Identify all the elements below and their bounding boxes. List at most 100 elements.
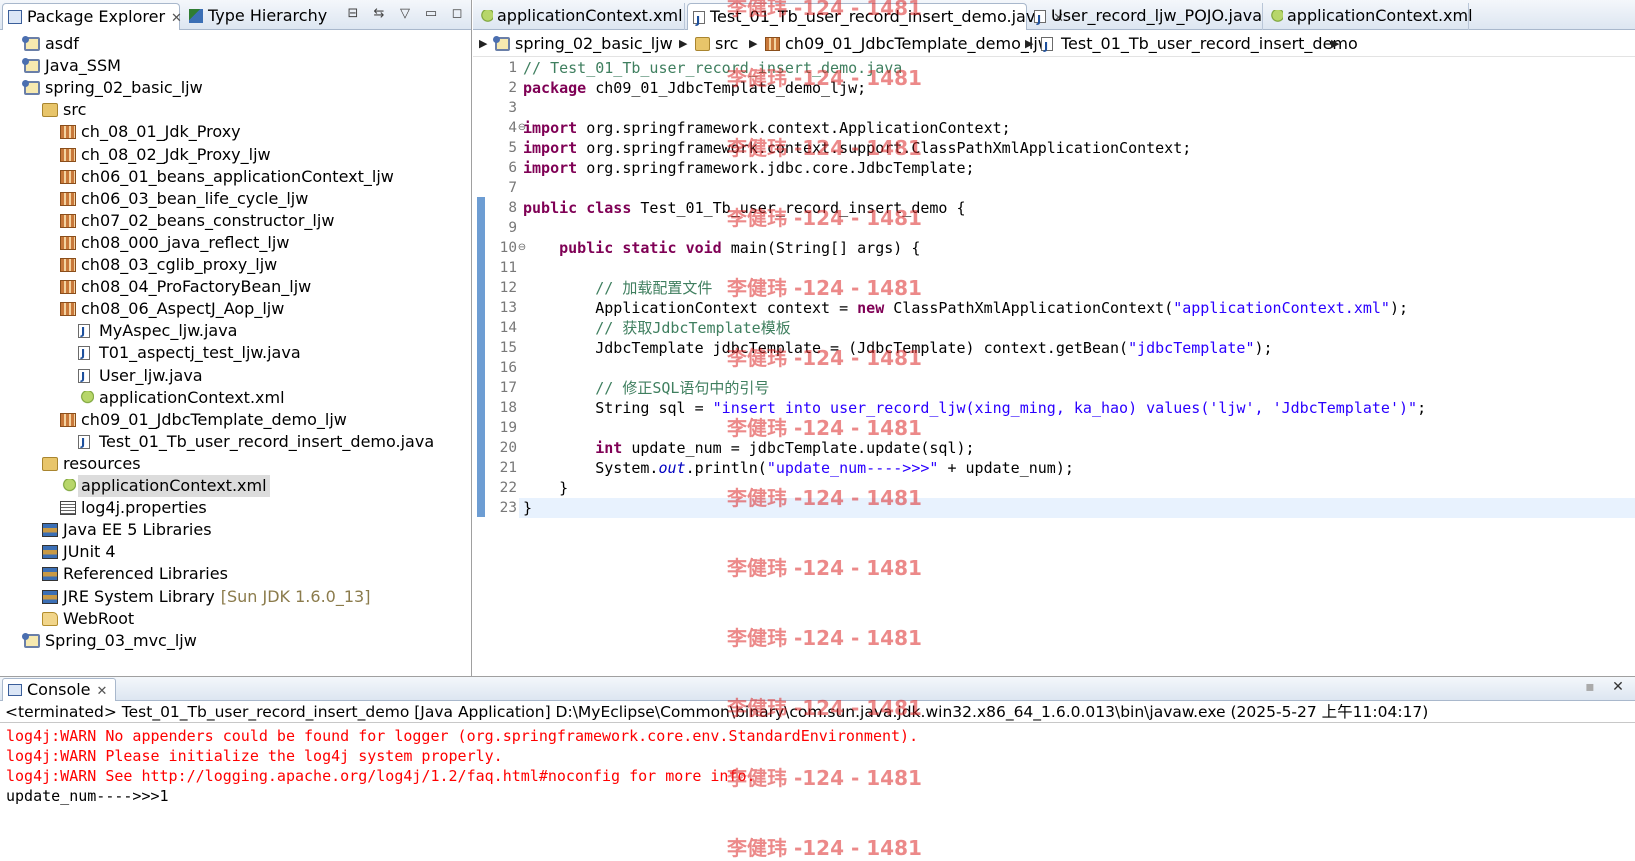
code-token: ); bbox=[1389, 299, 1409, 317]
code-line[interactable]: int update_num = jdbcTemplate.update(sql… bbox=[519, 438, 1635, 458]
code-line[interactable]: import org.springframework.context.Appli… bbox=[519, 118, 1635, 138]
tab-console[interactable]: Console ✕ bbox=[2, 678, 117, 701]
collapse-all-icon[interactable]: ⊟ bbox=[345, 6, 361, 22]
code-editor[interactable]: 1 2 3 4 5 6 7 8 9 10 11 12 13 14 15 16 17 18 19 20 21 22 23 ⊖ ⊖… bbox=[473, 58, 1635, 676]
code-token: JdbcTemplate jdbcTemplate = (JdbcTemplat… bbox=[523, 339, 1129, 357]
tree-item-label: asdf bbox=[45, 34, 79, 53]
line-number: 15 bbox=[499, 340, 517, 356]
tree-item-label: ch_08_01_Jdk_Proxy bbox=[81, 122, 241, 142]
change-ruler-bar bbox=[477, 197, 485, 517]
java-file-icon bbox=[1034, 7, 1046, 33]
line-number: 1 bbox=[508, 60, 517, 76]
tree-item-label: MyAspec_ljw.java bbox=[99, 321, 238, 341]
package-explorer-view: Package Explorer ✕ Type Hierarchy ⊟ ⇆ ▽ ▭… bbox=[0, 0, 472, 676]
code-line[interactable]: } bbox=[519, 498, 1635, 518]
close-icon[interactable]: ✕ bbox=[171, 11, 182, 26]
keyword-token: import bbox=[523, 159, 578, 177]
code-line[interactable] bbox=[519, 98, 1635, 118]
keyword-token: class bbox=[586, 199, 632, 217]
keyword-token: package bbox=[523, 79, 587, 97]
folder-icon bbox=[42, 611, 58, 626]
close-icon[interactable]: ✕ bbox=[97, 684, 108, 699]
code-line[interactable]: // 获取JdbcTemplate模板 bbox=[519, 318, 1635, 338]
line-number: 22 bbox=[499, 480, 517, 496]
xml-file-icon bbox=[78, 390, 94, 405]
remove-all-terminated-icon[interactable]: ✕ bbox=[1611, 680, 1625, 694]
editor-tab[interactable]: applicationContext.xml bbox=[475, 3, 685, 30]
chevron-right-icon: ▶ bbox=[479, 37, 488, 50]
line-number: 7 bbox=[508, 180, 517, 196]
code-token: main(String[] args) { bbox=[721, 239, 921, 257]
link-with-editor-icon[interactable]: ⇆ bbox=[371, 6, 387, 22]
editor-area: applicationContext.xmlTest_01_Tb_user_re… bbox=[473, 0, 1635, 676]
tree-item-label: resources bbox=[63, 453, 141, 473]
xml-file-icon bbox=[60, 479, 76, 493]
editor-tab-label: applicationContext.xml bbox=[1287, 6, 1473, 25]
maximize-icon[interactable]: ◻ bbox=[449, 6, 465, 22]
breadcrumb-item[interactable]: spring_02_basic_ljw bbox=[493, 31, 673, 57]
console-output[interactable]: log4j:WARN No appenders could be found f… bbox=[0, 723, 1635, 806]
tab-package-explorer[interactable]: Package Explorer ✕ bbox=[2, 3, 182, 30]
field-token: out bbox=[658, 459, 686, 477]
editor-tab-bar: applicationContext.xmlTest_01_Tb_user_re… bbox=[473, 0, 1635, 34]
editor-tab[interactable]: applicationContext.xml bbox=[1265, 3, 1473, 30]
tree-item-label: JRE System Library [Sun JDK 1.6.0_13] bbox=[63, 586, 371, 606]
code-line[interactable]: } bbox=[519, 478, 1635, 498]
console-line: log4j:WARN No appenders could be found f… bbox=[6, 727, 919, 745]
editor-tab-label: User_record_ljw_POJO.java bbox=[1051, 6, 1263, 25]
code-line[interactable]: import org.springframework.context.suppo… bbox=[519, 138, 1635, 158]
code-line[interactable]: // Test_01_Tb_user_record_insert_demo.ja… bbox=[519, 58, 1635, 78]
line-number: 21 bbox=[499, 460, 517, 476]
line-number: 13 bbox=[499, 300, 517, 316]
package-icon bbox=[60, 258, 76, 272]
package-tree: asdf Java_SSM spring_02_basic_ljw src ch_08_… bbox=[0, 31, 471, 676]
tree-item-label: ch08_000_java_reflect_ljw bbox=[81, 232, 290, 252]
code-token: update_num = jdbcTemplate.update(sql); bbox=[622, 439, 975, 457]
code-line[interactable]: String sql = "insert into user_record_lj… bbox=[519, 398, 1635, 418]
line-number: 8 bbox=[508, 200, 517, 216]
code-line[interactable] bbox=[519, 358, 1635, 378]
breadcrumb-item[interactable]: ch09_01_JdbcTemplate_demo_ljw bbox=[765, 31, 1051, 57]
code-line[interactable]: System.out.println("update_num---->>>" +… bbox=[519, 458, 1635, 478]
code-line[interactable]: import org.springframework.jdbc.core.Jdb… bbox=[519, 158, 1635, 178]
tree-item-label: ch08_04_ProFactoryBean_ljw bbox=[81, 277, 312, 297]
remove-launch-icon[interactable]: ▪ bbox=[1583, 680, 1597, 694]
breadcrumb-item[interactable]: src bbox=[695, 31, 738, 57]
keyword-token: new bbox=[857, 299, 885, 317]
code-text[interactable]: // Test_01_Tb_user_record_insert_demo.ja… bbox=[519, 58, 1635, 518]
code-line[interactable]: public class Test_01_Tb_user_record_inse… bbox=[519, 198, 1635, 218]
line-number: 19 bbox=[499, 420, 517, 436]
console-process-description: <terminated> Test_01_Tb_user_record_inse… bbox=[0, 701, 1635, 723]
code-line[interactable] bbox=[519, 418, 1635, 438]
breadcrumb-item[interactable]: Test_01_Tb_user_record_insert_demo bbox=[1041, 31, 1358, 60]
code-token: ClassPathXmlApplicationContext( bbox=[884, 299, 1174, 317]
code-token: .println( bbox=[685, 459, 767, 477]
code-line[interactable]: public static void main(String[] args) { bbox=[519, 238, 1635, 258]
string-token: "insert into user_record_ljw(xing_ming, … bbox=[712, 399, 1418, 417]
code-line[interactable] bbox=[519, 218, 1635, 238]
keyword-token: public bbox=[523, 199, 578, 217]
line-number: 17 bbox=[499, 380, 517, 396]
tree-item-label: Test_01_Tb_user_record_insert_demo.java bbox=[99, 431, 435, 451]
tree-item-label: spring_02_basic_ljw bbox=[45, 78, 203, 98]
tree-item-label: ch08_03_cglib_proxy_ljw bbox=[81, 255, 278, 274]
keyword-token: int bbox=[595, 439, 623, 457]
view-menu-icon[interactable]: ▽ bbox=[397, 6, 413, 22]
code-line[interactable]: ApplicationContext context = new ClassPa… bbox=[519, 298, 1635, 318]
code-line[interactable] bbox=[519, 258, 1635, 278]
editor-tab[interactable]: User_record_ljw_POJO.java bbox=[1029, 3, 1263, 33]
code-line[interactable]: // 修正SQL语句中的引号 bbox=[519, 378, 1635, 398]
code-line[interactable]: // 加载配置文件 bbox=[519, 278, 1635, 298]
chevron-right-icon: ▶ bbox=[1331, 37, 1340, 50]
tab-type-hierarchy[interactable]: Type Hierarchy bbox=[184, 3, 327, 30]
source-folder-icon bbox=[42, 103, 58, 118]
code-line[interactable] bbox=[519, 178, 1635, 198]
tree-item-label: applicationContext.xml bbox=[78, 475, 270, 497]
code-line[interactable]: package ch09_01_JdbcTemplate_demo_ljw; bbox=[519, 78, 1635, 98]
minimize-icon[interactable]: ▭ bbox=[423, 6, 439, 22]
line-number: 3 bbox=[508, 100, 517, 116]
breadcrumb-label: ch09_01_JdbcTemplate_demo_ljw bbox=[785, 34, 1051, 53]
string-token: "applicationContext.xml" bbox=[1173, 299, 1390, 317]
code-line[interactable]: JdbcTemplate jdbcTemplate = (JdbcTemplat… bbox=[519, 338, 1635, 358]
editor-tab[interactable]: Test_01_Tb_user_record_insert_demo.java✕ bbox=[687, 3, 1064, 34]
